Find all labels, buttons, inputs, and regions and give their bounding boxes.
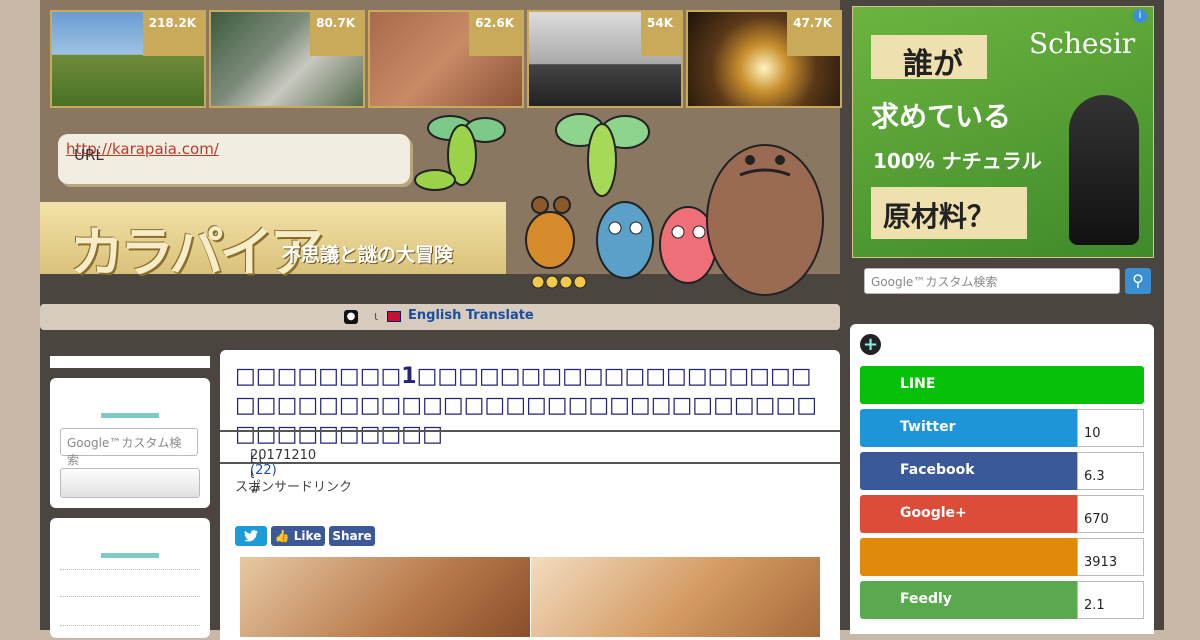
share-twitter-label: Twitter xyxy=(900,419,956,435)
share-line-label: LINE xyxy=(900,376,936,392)
share-facebook-count: 6.3 xyxy=(1077,452,1144,490)
brown-blob-mascot xyxy=(706,144,824,296)
share-googleplus-label: Google+ xyxy=(900,505,967,521)
uk-flag-icon[interactable] xyxy=(387,311,401,322)
cat-photo xyxy=(1069,95,1139,245)
list-divider xyxy=(60,569,200,570)
section-heading-bar xyxy=(101,553,159,558)
translate-bar: ● ι English Translate xyxy=(40,304,840,330)
ad-info-icon[interactable]: i xyxy=(1133,9,1147,23)
mascot-illustration xyxy=(414,113,824,296)
list-divider xyxy=(60,625,200,626)
share-feedly-count: 2.1 xyxy=(1077,581,1144,619)
section-heading-bar xyxy=(101,413,159,418)
popular-thumb-5[interactable]: 47.7K xyxy=(686,10,842,108)
butterfly-mascot-standing xyxy=(555,113,650,197)
view-count: 80.7K xyxy=(310,12,363,56)
article-meta: 20171210 ι (22) ι ι ι # xyxy=(220,430,840,497)
share-line-button[interactable]: LINE xyxy=(860,366,1144,404)
left-search-input[interactable]: Google™カスタム検索 xyxy=(60,428,198,467)
ad-line-3: 100% ナチュラル xyxy=(873,149,1042,173)
share-facebook-label: Facebook xyxy=(900,462,975,478)
blue-bird-mascot xyxy=(596,201,654,279)
article-image-cat-left xyxy=(240,557,530,637)
list-divider xyxy=(60,596,200,597)
facebook-share-button[interactable]: Share xyxy=(329,526,375,546)
plus-icon[interactable]: + xyxy=(860,334,881,355)
share-facebook-button[interactable]: Facebook 6.3 xyxy=(860,452,1144,490)
left-sidebar-top xyxy=(50,356,210,368)
beetle-mascot xyxy=(525,196,575,269)
separator: ι xyxy=(374,309,379,323)
ad-line-1: 誰が xyxy=(903,47,963,82)
tweet-button[interactable] xyxy=(235,526,267,546)
popular-thumb-3[interactable]: 62.6K xyxy=(368,10,524,108)
ad-brand-logo: Schesir xyxy=(1029,27,1136,60)
popular-thumb-1[interactable]: 218.2K xyxy=(50,10,206,108)
right-search-input[interactable]: Google™カスタム検索 xyxy=(864,268,1120,294)
share-hatena-button[interactable]: 3913 xyxy=(860,538,1144,576)
url-label: URL xyxy=(74,146,104,164)
globe-icon[interactable]: ● xyxy=(344,310,358,324)
view-count: 54K xyxy=(641,12,681,56)
facebook-like-button[interactable]: 👍 Like xyxy=(271,526,325,546)
share-label: Share xyxy=(332,529,372,543)
ad-line-2: 求めている xyxy=(871,100,1012,133)
search-icon[interactable]: ⚲ xyxy=(1125,268,1151,294)
left-search-button[interactable] xyxy=(60,468,200,498)
article-image-cat-right xyxy=(531,557,820,637)
popular-thumb-4[interactable]: 54K xyxy=(527,10,683,108)
share-feedly-label: Feedly xyxy=(900,591,952,607)
share-twitter-button[interactable]: Twitter 10 xyxy=(860,409,1144,447)
view-count: 218.2K xyxy=(142,12,204,56)
view-count: 47.7K xyxy=(787,12,840,56)
share-twitter-count: 10 xyxy=(1077,409,1144,447)
thumbs-up-icon: 👍 xyxy=(274,529,290,543)
share-feedly-button[interactable]: Feedly 2.1 xyxy=(860,581,1144,619)
english-translate-link[interactable]: English Translate xyxy=(408,308,534,323)
advertisement-banner[interactable]: 誰が 求めている 100% ナチュラル 原材料？ Schesir i xyxy=(852,6,1154,258)
view-count: 62.6K xyxy=(469,12,522,56)
butterfly-mascot-sitting xyxy=(414,115,506,191)
sponsored-link-label: スポンサードリンク xyxy=(235,480,353,495)
url-box: URL http://karapaia.com/ xyxy=(58,134,410,184)
ad-line-4: 原材料？ xyxy=(883,200,996,233)
share-googleplus-count: 670 xyxy=(1077,495,1144,533)
chicks-row xyxy=(531,275,587,289)
like-label: Like xyxy=(293,529,322,543)
twitter-icon xyxy=(244,530,258,542)
share-googleplus-button[interactable]: Google+ 670 xyxy=(860,495,1144,533)
left-sidebar-list-panel xyxy=(50,518,210,638)
popular-thumb-2[interactable]: 80.7K xyxy=(209,10,365,108)
share-hatena-count: 3913 xyxy=(1077,538,1144,576)
